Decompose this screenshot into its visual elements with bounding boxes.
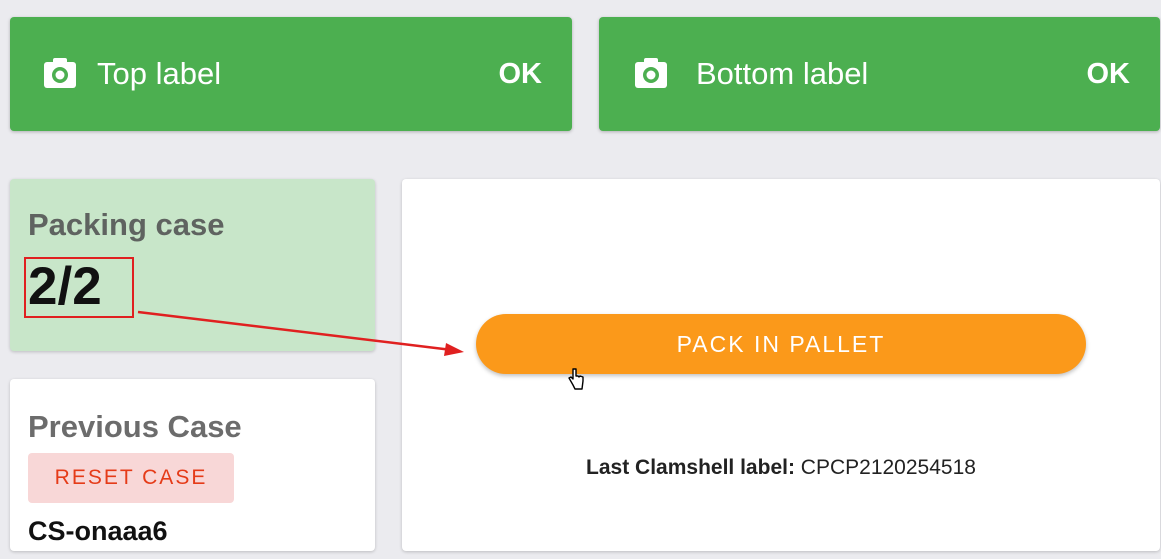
annotation-highlight-box: [24, 257, 134, 318]
hand-pointer-cursor-icon: [568, 368, 584, 390]
main-panel: PACK IN PALLET Last Clamshell label: CPC…: [402, 179, 1160, 551]
top-label-status: OK: [498, 58, 543, 90]
top-label-status-card: Top label OK: [10, 17, 572, 131]
bottom-label-status: OK: [1086, 58, 1131, 90]
bottom-label-name: Bottom label: [696, 56, 869, 91]
top-label-name: Top label: [97, 56, 222, 91]
camera-icon: [635, 58, 667, 88]
previous-case-card: Previous Case RESET CASE CS-onaaa6: [10, 379, 375, 551]
previous-case-id: CS-onaaa6: [28, 516, 168, 546]
bottom-label-status-card: Bottom label OK: [599, 17, 1160, 131]
last-clamshell-label: Last Clamshell label: CPCP2120254518: [402, 455, 1160, 481]
pack-in-pallet-button[interactable]: PACK IN PALLET: [476, 314, 1086, 374]
page: Top label OK Bottom label OK Packing cas…: [0, 0, 1161, 559]
reset-case-button[interactable]: RESET CASE: [28, 453, 234, 503]
camera-icon: [44, 58, 76, 88]
last-clamshell-label-prefix: Last Clamshell label:: [586, 456, 795, 479]
previous-case-title: Previous Case: [28, 409, 242, 444]
last-clamshell-label-value: CPCP2120254518: [800, 456, 976, 479]
packing-case-title: Packing case: [28, 207, 225, 242]
packing-case-card: Packing case 2/2: [10, 179, 375, 351]
